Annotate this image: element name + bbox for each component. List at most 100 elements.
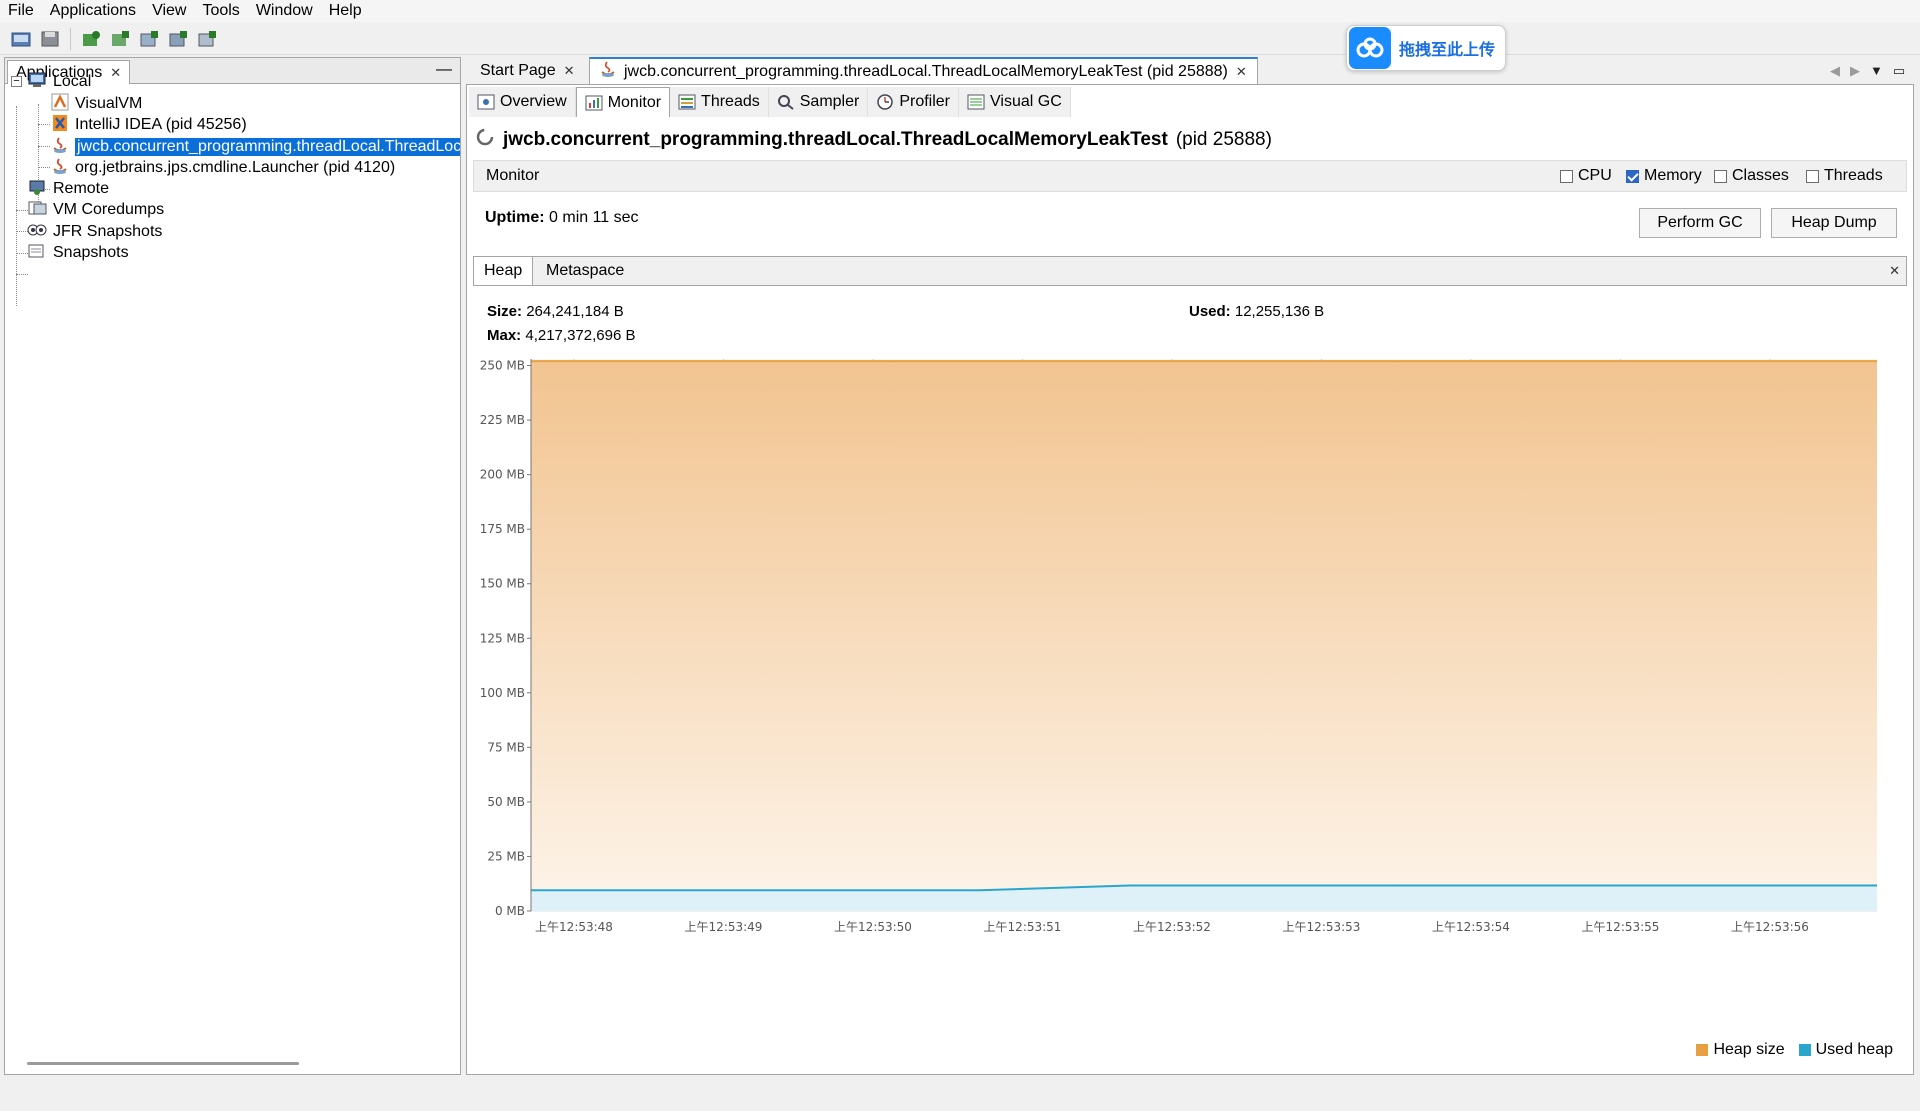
- tree-item-vm-coredumps[interactable]: VM Coredumps: [27, 198, 164, 222]
- close-icon[interactable]: ✕: [1236, 64, 1247, 80]
- heap-used-stat: Used: 12,255,136 B: [1189, 303, 1324, 320]
- tree-item-intellij[interactable]: IntelliJ IDEA (pid 45256): [51, 113, 247, 137]
- tab-visual-gc-label: Visual GC: [990, 93, 1062, 110]
- classes-checkbox[interactable]: Classes: [1714, 167, 1789, 185]
- y-tick-label: 150 MB: [480, 577, 525, 591]
- menu-file[interactable]: File: [0, 0, 42, 22]
- add-snapshot-icon[interactable]: [196, 28, 218, 50]
- uptime-value: 0 min 11 sec: [549, 209, 639, 226]
- cpu-checkbox[interactable]: CPU: [1560, 167, 1612, 185]
- tree-item-local-label: Local: [53, 73, 92, 90]
- x-tick-label: 上午12:53:51: [984, 920, 1062, 934]
- sampler-icon: [777, 94, 795, 110]
- view-subtabs: Overview Monitor Threads Sampler Profile…: [469, 87, 1071, 117]
- threads-checkbox-box[interactable]: [1806, 169, 1819, 183]
- tree-item-local[interactable]: Local: [27, 70, 91, 94]
- scroll-left-icon[interactable]: ◀: [1830, 63, 1840, 79]
- menu-help[interactable]: Help: [321, 0, 370, 22]
- memory-checkbox-box[interactable]: [1626, 169, 1639, 183]
- y-tick-label: 125 MB: [480, 631, 525, 645]
- tree-connector: [16, 106, 17, 306]
- max-label: Max:: [487, 327, 522, 344]
- process-title: jwcb.concurrent_programming.threadLocal.…: [475, 127, 1272, 153]
- monitor-header: Monitor CPU Memory Classes Threads: [473, 160, 1907, 192]
- y-tick-label: 50 MB: [487, 795, 525, 809]
- max-value: 4,217,372,696 B: [525, 327, 636, 344]
- applications-panel: Applications ✕ — − Local VisualVM Intell…: [4, 57, 461, 1075]
- tree-item-snapshots-label: Snapshots: [53, 244, 129, 261]
- toolbar-separator: [70, 27, 71, 50]
- tree-item-visualvm-label: VisualVM: [75, 95, 143, 112]
- threads-checkbox[interactable]: Threads: [1806, 167, 1883, 185]
- x-tick-label: 上午12:53:53: [1283, 920, 1361, 934]
- tab-visual-gc[interactable]: Visual GC: [959, 87, 1071, 117]
- used-value: 12,255,136 B: [1234, 303, 1325, 320]
- heap-dump-button[interactable]: Heap Dump: [1771, 208, 1897, 238]
- tree-item-snapshots[interactable]: Snapshots: [27, 241, 129, 265]
- uptime-label: Uptime:: [485, 209, 545, 226]
- classes-checkbox-box[interactable]: [1714, 169, 1727, 183]
- threads-icon: [678, 94, 696, 110]
- tab-threads[interactable]: Threads: [670, 87, 769, 117]
- jfr-snapshot-icon: [27, 222, 47, 243]
- tab-threads-label: Threads: [701, 93, 760, 110]
- used-label: Used:: [1189, 303, 1231, 320]
- add-remote-host-icon[interactable]: [109, 28, 131, 50]
- legend-swatch: [1798, 1044, 1811, 1056]
- horizontal-scrollbar[interactable]: [27, 1062, 299, 1065]
- classes-checkbox-label: Classes: [1732, 167, 1789, 184]
- process-pid: (pid 25888): [1175, 129, 1272, 150]
- maximize-icon[interactable]: ▭: [1893, 63, 1905, 79]
- add-coredump-icon[interactable]: [138, 28, 160, 50]
- load-application-icon[interactable]: [10, 28, 32, 50]
- memory-pool-tabs: Heap Metaspace ✕: [473, 256, 1907, 286]
- remote-host-icon: [27, 179, 47, 200]
- y-tick-label: 250 MB: [480, 359, 525, 373]
- legend-heap-size: Heap size: [1696, 1041, 1785, 1059]
- tab-profiler[interactable]: Profiler: [868, 87, 960, 117]
- menu-window[interactable]: Window: [248, 0, 321, 22]
- monitor-icon: [585, 95, 603, 111]
- heap-size-area: [531, 361, 1877, 911]
- legend-used-heap-label: Used heap: [1815, 1041, 1893, 1058]
- menu-tools[interactable]: Tools: [194, 0, 247, 22]
- save-snapshot-icon[interactable]: [39, 28, 61, 50]
- chart-areas: [531, 360, 1877, 911]
- tab-sampler[interactable]: Sampler: [769, 87, 869, 117]
- x-tick-label: 上午12:53:55: [1582, 920, 1660, 934]
- process-name: jwcb.concurrent_programming.threadLocal.…: [503, 129, 1168, 150]
- scroll-right-icon[interactable]: ▶: [1850, 63, 1860, 79]
- computer-icon: [27, 72, 47, 93]
- collapse-toggle-icon[interactable]: −: [11, 76, 22, 87]
- monitor-panel: Overview Monitor Threads Sampler Profile…: [466, 84, 1914, 1075]
- tab-process[interactable]: jwcb.concurrent_programming.threadLocal.…: [589, 57, 1258, 84]
- chart-legend: Heap size Used heap: [1696, 1041, 1893, 1059]
- tab-overview[interactable]: Overview: [469, 87, 576, 117]
- profiler-icon: [876, 94, 894, 110]
- menu-view[interactable]: View: [144, 0, 194, 22]
- tab-start-page[interactable]: Start Page ✕: [470, 57, 585, 84]
- editor-tabbar: Start Page ✕ jwcb.concurrent_programming…: [466, 57, 1920, 85]
- monitor-label: Monitor: [486, 167, 540, 184]
- minimize-icon[interactable]: —: [436, 61, 452, 79]
- perform-gc-button[interactable]: Perform GC: [1639, 208, 1761, 238]
- close-icon[interactable]: ✕: [1889, 263, 1900, 279]
- threads-checkbox-label: Threads: [1824, 167, 1883, 184]
- tree-item-remote-label: Remote: [53, 180, 110, 197]
- close-icon[interactable]: ✕: [564, 63, 575, 79]
- add-jfr-snapshot-icon[interactable]: [167, 28, 189, 50]
- y-axis-ticks: 0 MB 25 MB 50 MB 75 MB 100 MB 125 MB 150 MB 175…: [480, 359, 532, 918]
- tab-list-icon[interactable]: ▼: [1870, 63, 1883, 79]
- tab-process-label: jwcb.concurrent_programming.threadLocal.…: [624, 62, 1228, 80]
- y-tick-label: 225 MB: [480, 413, 525, 427]
- add-jmx-connection-icon[interactable]: [80, 28, 102, 50]
- tab-metaspace[interactable]: Metaspace: [536, 257, 634, 285]
- tab-sampler-label: Sampler: [799, 93, 860, 110]
- tab-heap[interactable]: Heap: [474, 257, 534, 285]
- menu-applications[interactable]: Applications: [42, 0, 144, 22]
- cpu-checkbox-box[interactable]: [1560, 169, 1573, 183]
- snapshot-icon: [27, 243, 47, 264]
- close-icon[interactable]: ✕: [110, 65, 121, 81]
- memory-checkbox[interactable]: Memory: [1626, 167, 1702, 185]
- tab-monitor[interactable]: Monitor: [575, 87, 671, 117]
